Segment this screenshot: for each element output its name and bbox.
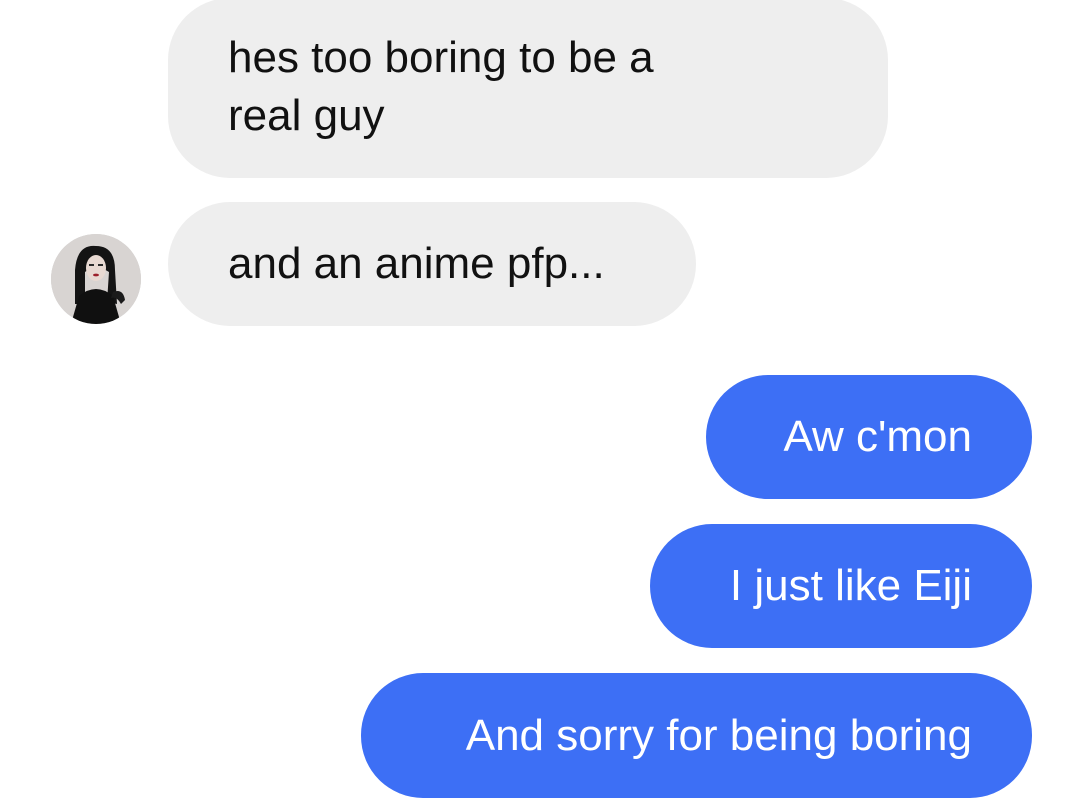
incoming-message-bubble[interactable]: hes too boring to be a real guy xyxy=(168,0,888,178)
outgoing-message-bubble[interactable]: Aw c'mon xyxy=(706,375,1032,499)
contact-avatar-icon[interactable] xyxy=(51,234,141,324)
outgoing-message-bubble[interactable]: I just like Eiji xyxy=(650,524,1032,648)
outgoing-message-bubble[interactable]: And sorry for being boring xyxy=(361,673,1032,798)
avatar-photo xyxy=(51,234,141,324)
incoming-message-bubble[interactable]: and an anime pfp... xyxy=(168,202,696,326)
